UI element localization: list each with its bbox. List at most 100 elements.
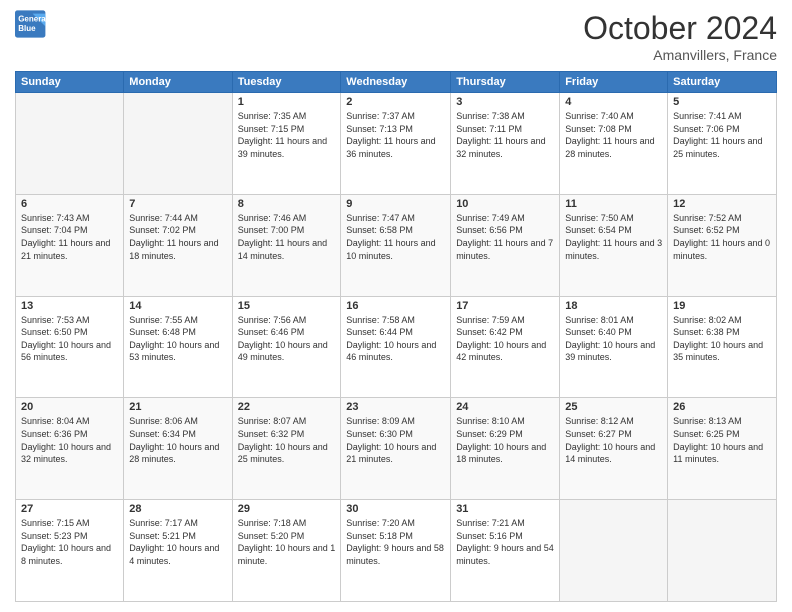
- day-info: Sunrise: 8:07 AM Sunset: 6:32 PM Dayligh…: [238, 415, 336, 465]
- calendar-cell: 4 Sunrise: 7:40 AM Sunset: 7:08 PM Daylig…: [560, 93, 668, 195]
- calendar-cell: 15 Sunrise: 7:56 AM Sunset: 6:46 PM Dayli…: [232, 296, 341, 398]
- day-info: Sunrise: 8:04 AM Sunset: 6:36 PM Dayligh…: [21, 415, 118, 465]
- day-info: Sunrise: 8:10 AM Sunset: 6:29 PM Dayligh…: [456, 415, 554, 465]
- day-number: 10: [456, 198, 554, 210]
- day-info: Sunrise: 7:20 AM Sunset: 5:18 PM Dayligh…: [346, 517, 445, 567]
- calendar-cell: 30Sunrise: 7:20 AM Sunset: 5:18 PM Dayli…: [341, 500, 451, 602]
- day-info: Sunrise: 7:43 AM Sunset: 7:04 PM Dayligh…: [21, 212, 118, 262]
- day-info: Sunrise: 7:38 AM Sunset: 7:11 PM Dayligh…: [456, 110, 554, 160]
- day-number: 29: [238, 503, 336, 515]
- day-number: 24: [456, 401, 554, 413]
- weekday-header-monday: Monday: [124, 72, 232, 93]
- weekday-header-saturday: Saturday: [668, 72, 777, 93]
- day-number: 17: [456, 300, 554, 312]
- weekday-header-friday: Friday: [560, 72, 668, 93]
- day-number: 22: [238, 401, 336, 413]
- day-number: 26: [673, 401, 771, 413]
- day-number: 12: [673, 198, 771, 210]
- day-info: Sunrise: 7:18 AM Sunset: 5:20 PM Dayligh…: [238, 517, 336, 567]
- day-number: 11: [565, 198, 662, 210]
- calendar-cell: 24 Sunrise: 8:10 AM Sunset: 6:29 PM Dayli…: [451, 398, 560, 500]
- day-info: Sunrise: 7:46 AM Sunset: 7:00 PM Dayligh…: [238, 212, 336, 262]
- calendar-cell: 22 Sunrise: 8:07 AM Sunset: 6:32 PM Dayli…: [232, 398, 341, 500]
- day-number: 23: [346, 401, 445, 413]
- day-number: 31: [456, 503, 554, 515]
- calendar-cell: 13 Sunrise: 7:53 AM Sunset: 6:50 PM Dayli…: [16, 296, 124, 398]
- day-info: Sunrise: 7:47 AM Sunset: 6:58 PM Dayligh…: [346, 212, 445, 262]
- header: General Blue October 2024 Amanvillers, F…: [15, 10, 777, 63]
- calendar-cell: 17 Sunrise: 7:59 AM Sunset: 6:42 PM Dayli…: [451, 296, 560, 398]
- day-number: 2: [346, 96, 445, 108]
- day-info: Sunrise: 8:06 AM Sunset: 6:34 PM Dayligh…: [129, 415, 226, 465]
- day-info: Sunrise: 7:15 AM Sunset: 5:23 PM Dayligh…: [21, 517, 118, 567]
- calendar-cell: 23 Sunrise: 8:09 AM Sunset: 6:30 PM Dayli…: [341, 398, 451, 500]
- svg-text:General: General: [18, 15, 47, 24]
- day-number: 27: [21, 503, 118, 515]
- day-info: Sunrise: 8:01 AM Sunset: 6:40 PM Dayligh…: [565, 314, 662, 364]
- weekday-header-wednesday: Wednesday: [341, 72, 451, 93]
- day-info: Sunrise: 8:13 AM Sunset: 6:25 PM Dayligh…: [673, 415, 771, 465]
- day-number: 28: [129, 503, 226, 515]
- calendar-cell: 27 Sunrise: 7:15 AM Sunset: 5:23 PM Dayli…: [16, 500, 124, 602]
- day-number: 1: [238, 96, 336, 108]
- day-info: Sunrise: 7:40 AM Sunset: 7:08 PM Dayligh…: [565, 110, 662, 160]
- calendar-cell: 25 Sunrise: 8:12 AM Sunset: 6:27 PM Dayli…: [560, 398, 668, 500]
- calendar-cell: [124, 93, 232, 195]
- day-info: Sunrise: 7:53 AM Sunset: 6:50 PM Dayligh…: [21, 314, 118, 364]
- calendar-cell: [560, 500, 668, 602]
- weekday-header-sunday: Sunday: [16, 72, 124, 93]
- calendar-cell: 31 Sunrise: 7:21 AM Sunset: 5:16 PM Dayli…: [451, 500, 560, 602]
- calendar-cell: 16 Sunrise: 7:58 AM Sunset: 6:44 PM Dayli…: [341, 296, 451, 398]
- day-info: Sunrise: 7:58 AM Sunset: 6:44 PM Dayligh…: [346, 314, 445, 364]
- calendar-cell: 26 Sunrise: 8:13 AM Sunset: 6:25 PM Dayli…: [668, 398, 777, 500]
- calendar-cell: [668, 500, 777, 602]
- calendar-cell: 18 Sunrise: 8:01 AM Sunset: 6:40 PM Dayli…: [560, 296, 668, 398]
- day-number: 13: [21, 300, 118, 312]
- day-number: 16: [346, 300, 445, 312]
- svg-text:Blue: Blue: [18, 24, 36, 33]
- calendar-week-3: 13 Sunrise: 7:53 AM Sunset: 6:50 PM Dayli…: [16, 296, 777, 398]
- generalblue-logo-icon: General Blue: [15, 10, 47, 38]
- day-info: Sunrise: 8:12 AM Sunset: 6:27 PM Dayligh…: [565, 415, 662, 465]
- day-info: Sunrise: 7:37 AM Sunset: 7:13 PM Dayligh…: [346, 110, 445, 160]
- calendar-cell: 11Sunrise: 7:50 AM Sunset: 6:54 PM Dayli…: [560, 194, 668, 296]
- day-number: 14: [129, 300, 226, 312]
- calendar-cell: [16, 93, 124, 195]
- day-number: 15: [238, 300, 336, 312]
- calendar-cell: 7Sunrise: 7:44 AM Sunset: 7:02 PM Daylig…: [124, 194, 232, 296]
- day-info: Sunrise: 7:56 AM Sunset: 6:46 PM Dayligh…: [238, 314, 336, 364]
- calendar-cell: 14 Sunrise: 7:55 AM Sunset: 6:48 PM Dayli…: [124, 296, 232, 398]
- day-number: 19: [673, 300, 771, 312]
- calendar-week-1: 1 Sunrise: 7:35 AM Sunset: 7:15 PM Daylig…: [16, 93, 777, 195]
- page: General Blue October 2024 Amanvillers, F…: [0, 0, 792, 612]
- day-info: Sunrise: 7:21 AM Sunset: 5:16 PM Dayligh…: [456, 517, 554, 567]
- location: Amanvillers, France: [583, 47, 777, 63]
- day-info: Sunrise: 7:41 AM Sunset: 7:06 PM Dayligh…: [673, 110, 771, 160]
- day-number: 4: [565, 96, 662, 108]
- day-info: Sunrise: 8:09 AM Sunset: 6:30 PM Dayligh…: [346, 415, 445, 465]
- day-number: 8: [238, 198, 336, 210]
- day-info: Sunrise: 7:17 AM Sunset: 5:21 PM Dayligh…: [129, 517, 226, 567]
- day-number: 21: [129, 401, 226, 413]
- calendar-week-4: 20 Sunrise: 8:04 AM Sunset: 6:36 PM Dayli…: [16, 398, 777, 500]
- calendar-cell: 3Sunrise: 7:38 AM Sunset: 7:11 PM Daylig…: [451, 93, 560, 195]
- logo: General Blue: [15, 10, 47, 38]
- calendar-cell: 12 Sunrise: 7:52 AM Sunset: 6:52 PM Dayli…: [668, 194, 777, 296]
- day-info: Sunrise: 7:49 AM Sunset: 6:56 PM Dayligh…: [456, 212, 554, 262]
- day-number: 25: [565, 401, 662, 413]
- calendar-cell: 2 Sunrise: 7:37 AM Sunset: 7:13 PM Daylig…: [341, 93, 451, 195]
- day-info: Sunrise: 7:52 AM Sunset: 6:52 PM Dayligh…: [673, 212, 771, 262]
- calendar-cell: 19 Sunrise: 8:02 AM Sunset: 6:38 PM Dayli…: [668, 296, 777, 398]
- day-number: 20: [21, 401, 118, 413]
- calendar-cell: 28 Sunrise: 7:17 AM Sunset: 5:21 PM Dayli…: [124, 500, 232, 602]
- day-number: 18: [565, 300, 662, 312]
- day-info: Sunrise: 7:35 AM Sunset: 7:15 PM Dayligh…: [238, 110, 336, 160]
- day-number: 9: [346, 198, 445, 210]
- day-info: Sunrise: 8:02 AM Sunset: 6:38 PM Dayligh…: [673, 314, 771, 364]
- calendar-week-2: 6Sunrise: 7:43 AM Sunset: 7:04 PM Daylig…: [16, 194, 777, 296]
- calendar-cell: 1 Sunrise: 7:35 AM Sunset: 7:15 PM Daylig…: [232, 93, 341, 195]
- day-info: Sunrise: 7:59 AM Sunset: 6:42 PM Dayligh…: [456, 314, 554, 364]
- day-info: Sunrise: 7:55 AM Sunset: 6:48 PM Dayligh…: [129, 314, 226, 364]
- calendar-week-5: 27 Sunrise: 7:15 AM Sunset: 5:23 PM Dayli…: [16, 500, 777, 602]
- day-number: 5: [673, 96, 771, 108]
